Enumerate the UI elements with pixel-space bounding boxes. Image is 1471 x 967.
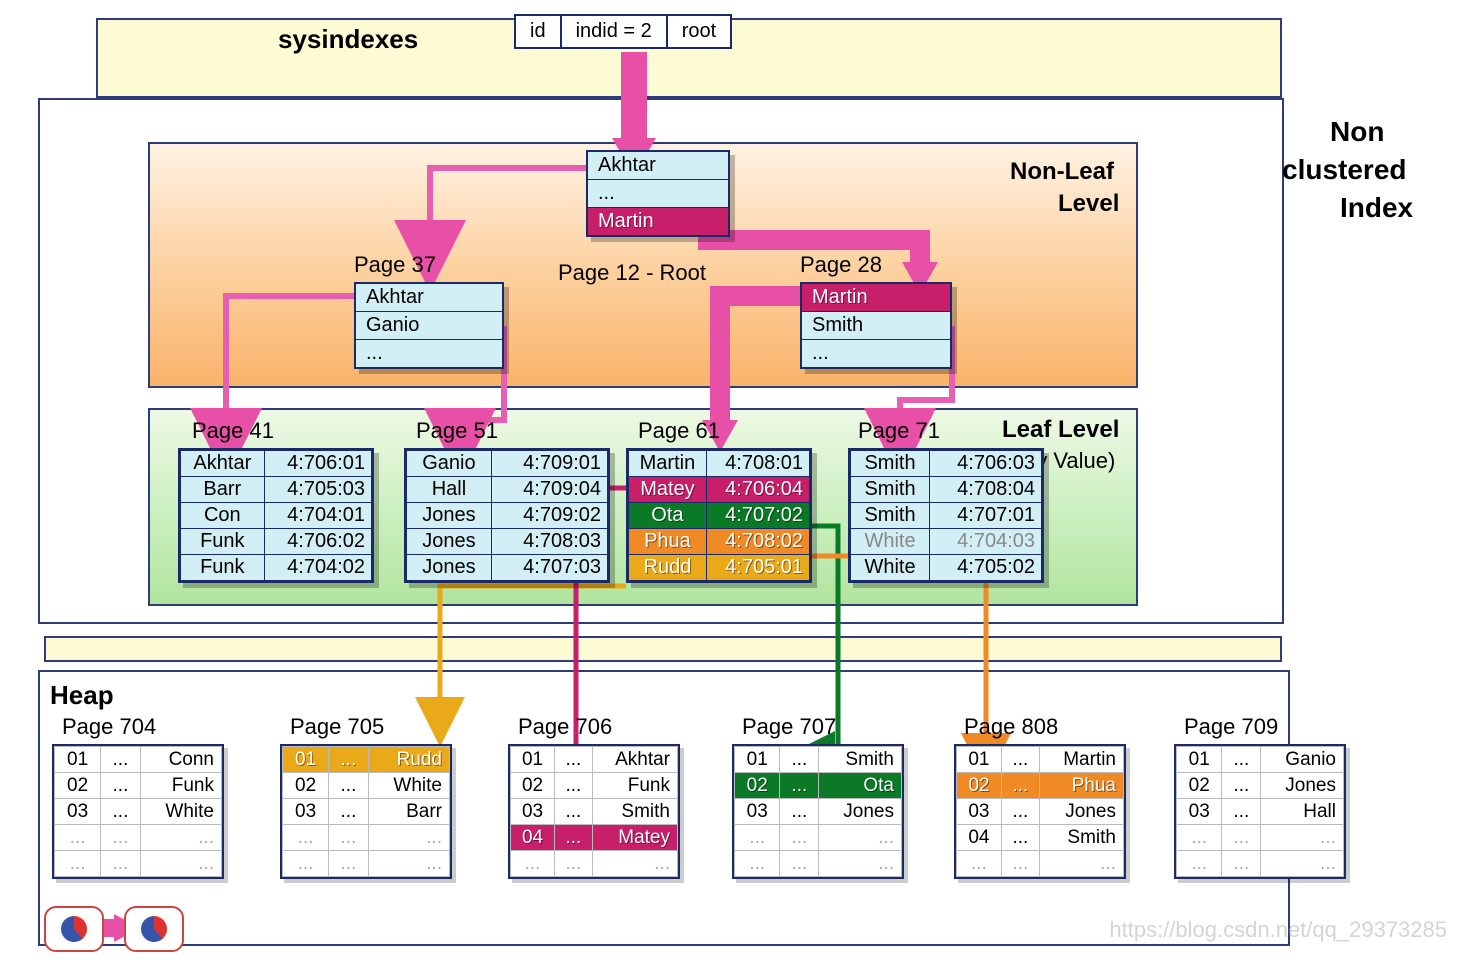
p37-r2: ... [356,340,502,367]
root-node: Akhtar ... Martin [586,150,730,237]
heap-704: 01...Conn 02...Funk 03...White .........… [52,744,224,879]
p28-r2: ... [802,340,950,367]
heap-808: 01...Martin 02...Phua 03...Jones 04...Sm… [954,744,1126,879]
leaf-61: Martin4:708:01 Matey4:706:04 Ota4:707:02… [626,448,812,583]
h704-label: Page 704 [62,714,156,740]
leaf-71: Smith4:706:03 Smith4:708:04 Smith4:707:0… [848,448,1044,583]
p71-label: Page 71 [858,418,940,444]
leaf-41: Akhtar4:706:01 Barr4:705:03 Con4:704:01 … [178,448,374,583]
p51-label: Page 51 [416,418,498,444]
bg-yellow-mid [44,636,1282,662]
sys-id: id [516,16,562,47]
nonleaf-label: Non-Leaf [1010,158,1114,186]
heap-705: 01...Rudd 02...White 03...Barr .........… [280,744,452,879]
p61-label: Page 61 [638,418,720,444]
heap-706: 01...Akhtar 02...Funk 03...Smith 04...Ma… [508,744,680,879]
p28-r0: Martin [802,284,950,312]
p37-r1: Ganio [356,312,502,340]
pie-icon [141,916,167,942]
h808-label: Page 808 [964,714,1058,740]
badge-right [124,906,184,952]
sysindexes-label: sysindexes [278,24,418,55]
side-non: Non [1330,116,1384,148]
p28-label: Page 28 [800,252,882,278]
p37-label: Page 37 [354,252,436,278]
h705-label: Page 705 [290,714,384,740]
root-r0: Akhtar [588,152,728,180]
watermark: https://blog.csdn.net/qq_29373285 [1109,917,1447,943]
p41-label: Page 41 [192,418,274,444]
p28-node: Martin Smith ... [800,282,952,369]
sysindexes-box: id indid = 2 root [514,14,732,49]
pie-icon [61,916,87,942]
root-r1: ... [588,180,728,208]
root-label: Page 12 - Root [558,260,706,286]
p28-r1: Smith [802,312,950,340]
sys-root: root [668,16,730,47]
h707-label: Page 707 [742,714,836,740]
heap-title: Heap [50,680,114,711]
p37-r0: Akhtar [356,284,502,312]
heap-707: 01...Smith 02...Ota 03...Jones .........… [732,744,904,879]
h706-label: Page 706 [518,714,612,740]
root-r2: Martin [588,208,728,235]
side-index: Index [1340,192,1413,224]
sys-indid: indid = 2 [562,16,668,47]
heap-709: 01...Ganio 02...Jones 03...Hall ........… [1174,744,1346,879]
nonleaf-label2: Level [1058,190,1119,218]
leaf-51: Ganio4:709:01 Hall4:709:04 Jones4:709:02… [404,448,610,583]
side-clustered: clustered [1282,154,1407,186]
p37-node: Akhtar Ganio ... [354,282,504,369]
leaf-label: Leaf Level [1002,416,1119,444]
h709-label: Page 709 [1184,714,1278,740]
badge-left [44,906,104,952]
